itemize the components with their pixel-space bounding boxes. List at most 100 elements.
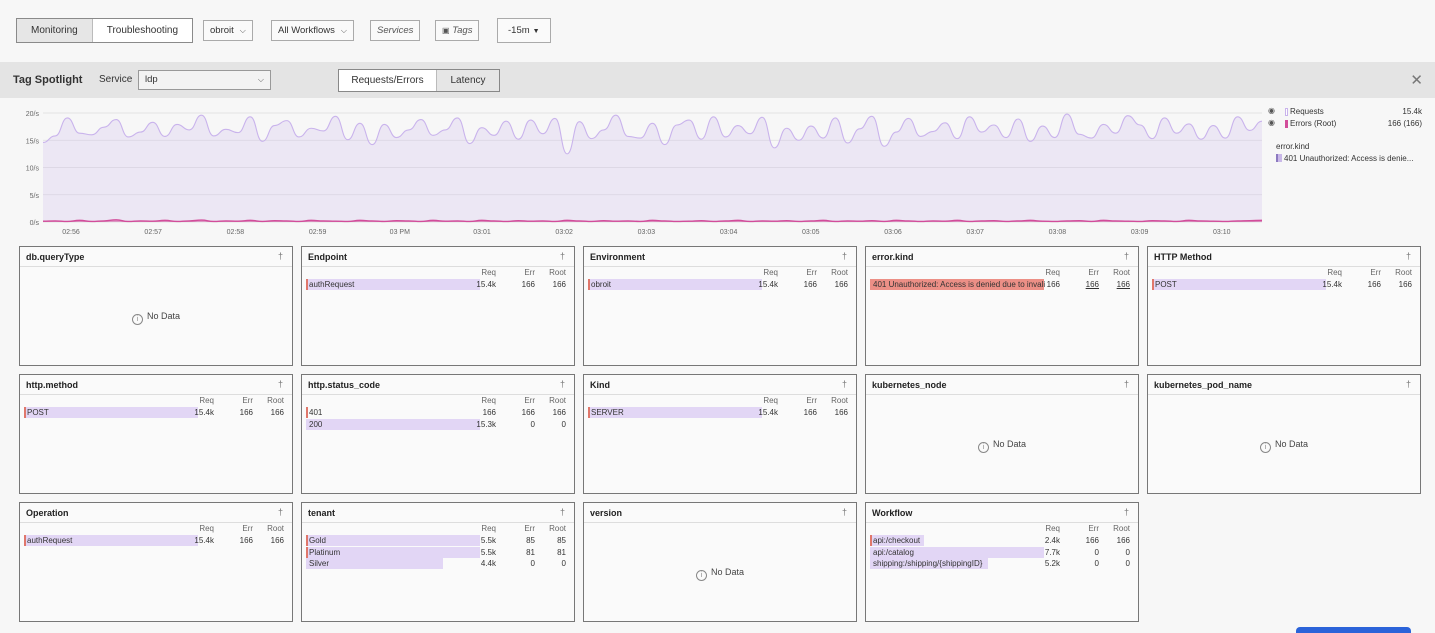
card-title: http.method (26, 380, 78, 390)
card-title: Operation (26, 508, 69, 518)
metric-req: 15.4k (758, 408, 778, 417)
pin-icon[interactable]: † (278, 379, 283, 389)
service-select[interactable]: ldp ⌵ (138, 70, 271, 90)
error-marker (1152, 279, 1154, 290)
environment-dropdown[interactable]: obroit ⌵ (203, 20, 253, 41)
pin-icon[interactable]: † (842, 251, 847, 261)
tag-value-row[interactable]: authRequest 15.4k 166 166 (24, 535, 290, 546)
pin-icon[interactable]: † (560, 507, 565, 517)
metric-root: 166 (270, 408, 284, 417)
card-header: http.method † (20, 375, 292, 395)
pin-icon[interactable]: † (1124, 507, 1129, 517)
tag-value-row[interactable]: SERVER 15.4k 166 166 (588, 407, 854, 418)
tag-value-row[interactable]: POST 15.4k 166 166 (1152, 279, 1418, 290)
metric-req: 7.7k (1044, 547, 1060, 557)
pin-icon[interactable]: † (560, 251, 565, 261)
legend-item-error-kind[interactable]: 401 Unauthorized: Access is denie... (1276, 154, 1413, 163)
column-header-req: Req (763, 268, 778, 277)
card-header: http.status_code † (302, 375, 574, 395)
error-marker (306, 407, 308, 418)
time-range-dropdown[interactable]: -15m ▼ (497, 18, 551, 43)
legend-value: 15.4k (1402, 107, 1422, 116)
info-icon: i (977, 442, 989, 453)
x-tick-label: 03:03 (638, 229, 656, 236)
tag-card: Kind † Req Err Root SERVER 15.4k 166 166 (583, 374, 857, 494)
metric-req: 166 (1046, 280, 1060, 289)
column-header-req: Req (481, 396, 496, 405)
card-header: version † (584, 503, 856, 523)
tag-spotlight-header: Tag Spotlight Service ldp ⌵ Requests/Err… (0, 62, 1435, 98)
tag-value-row[interactable]: api:/catalog 7.7k 0 0 (870, 546, 1136, 558)
tag-value-row[interactable]: 401 Unauthorized: Access is denied due t… (870, 279, 1136, 290)
metric-req: 15.4k (476, 280, 496, 289)
x-tick-label: 03:07 (966, 229, 984, 236)
close-icon[interactable]: ✕ (1410, 71, 1423, 89)
pin-icon[interactable]: † (278, 251, 283, 261)
tag-value-row[interactable]: Gold 5.5k 85 85 (306, 535, 572, 546)
metric-req: 15.4k (1322, 280, 1342, 289)
tag-card: Environment † Req Err Root obroit 15.4k 166 166 (583, 246, 857, 366)
metric-req: 15.4k (758, 280, 778, 289)
tab-troubleshooting[interactable]: Troubleshooting (91, 19, 193, 42)
tag-value-row[interactable]: 401 166 166 166 (306, 407, 572, 418)
pin-icon[interactable]: † (1406, 379, 1411, 389)
card-title: Environment (590, 252, 646, 262)
metric-root[interactable]: 166 (1090, 280, 1130, 289)
pin-icon[interactable]: † (1124, 251, 1129, 261)
tab-monitoring[interactable]: Monitoring (17, 19, 92, 42)
tag-value-row[interactable]: POST 15.4k 166 166 (24, 407, 290, 418)
tag-value-row[interactable]: 200 15.3k 0 0 (306, 418, 572, 430)
service-value: ldp (145, 74, 158, 85)
pin-icon[interactable]: † (842, 379, 847, 389)
floating-action-button[interactable] (1296, 627, 1411, 633)
metric-root: 166 (270, 536, 284, 545)
error-marker (306, 279, 308, 290)
card-title: Workflow (872, 508, 913, 518)
time-range-value: -15m (508, 25, 530, 36)
tag-value-row[interactable]: authRequest 15.4k 166 166 (306, 279, 572, 290)
pin-icon[interactable]: † (560, 379, 565, 389)
metric-root: 166 (834, 280, 848, 289)
card-header: tenant † (302, 503, 574, 523)
no-data-label: No Data (710, 567, 745, 577)
column-header-root: Root (549, 524, 566, 533)
card-title: kubernetes_node (872, 380, 947, 390)
tag-value-row[interactable]: Silver 4.4k 0 0 (306, 558, 572, 569)
tag-value-row[interactable]: api:/checkout 2.4k 166 166 (870, 535, 1136, 546)
legend-swatch (1285, 120, 1288, 128)
pin-icon[interactable]: † (842, 507, 847, 517)
pin-icon[interactable]: † (1124, 379, 1129, 389)
card-title: tenant (308, 508, 335, 518)
no-data-label: No Data (992, 439, 1027, 449)
column-header-req: Req (481, 268, 496, 277)
services-button[interactable]: Services (370, 20, 421, 41)
eye-icon[interactable]: ◉ (1268, 106, 1275, 115)
card-header: Endpoint † (302, 247, 574, 267)
column-header-req: Req (199, 524, 214, 533)
environment-value: obroit (210, 25, 234, 36)
chevron-down-icon: ⌵ (239, 26, 246, 35)
page-title: Tag Spotlight (13, 74, 83, 86)
tags-button[interactable]: ▣ Tags (435, 20, 480, 41)
x-tick-label: 03:09 (1131, 229, 1149, 236)
column-header-root: Root (549, 268, 566, 277)
card-title: db.queryType (26, 252, 85, 262)
tag-card: kubernetes_node † i No Data (865, 374, 1139, 494)
tag-value-row[interactable]: Platinum 5.5k 81 81 (306, 546, 572, 558)
metric-req: 5.5k (480, 536, 496, 545)
pin-icon[interactable]: † (1406, 251, 1411, 261)
column-header-root: Root (831, 268, 848, 277)
error-marker (24, 407, 26, 418)
pin-icon[interactable]: † (278, 507, 283, 517)
tab-requests-errors[interactable]: Requests/Errors (339, 70, 437, 91)
tab-latency[interactable]: Latency (437, 70, 499, 91)
legend-item-errors[interactable]: ◉ Errors (Root) 166 (166) (1268, 118, 1428, 130)
x-tick-label: 02:59 (309, 229, 327, 236)
column-header-root: Root (267, 396, 284, 405)
tag-value-row[interactable]: shipping:/shipping/{shippingID} 5.2k 0 0 (870, 558, 1136, 569)
tag-value-row[interactable]: obroit 15.4k 166 166 (588, 279, 854, 290)
legend-item-requests[interactable]: ◉ Requests 15.4k (1268, 106, 1428, 118)
workflows-dropdown[interactable]: All Workflows ⌵ (271, 20, 354, 41)
eye-icon[interactable]: ◉ (1268, 118, 1275, 127)
metric-root: 166 (1398, 280, 1412, 289)
